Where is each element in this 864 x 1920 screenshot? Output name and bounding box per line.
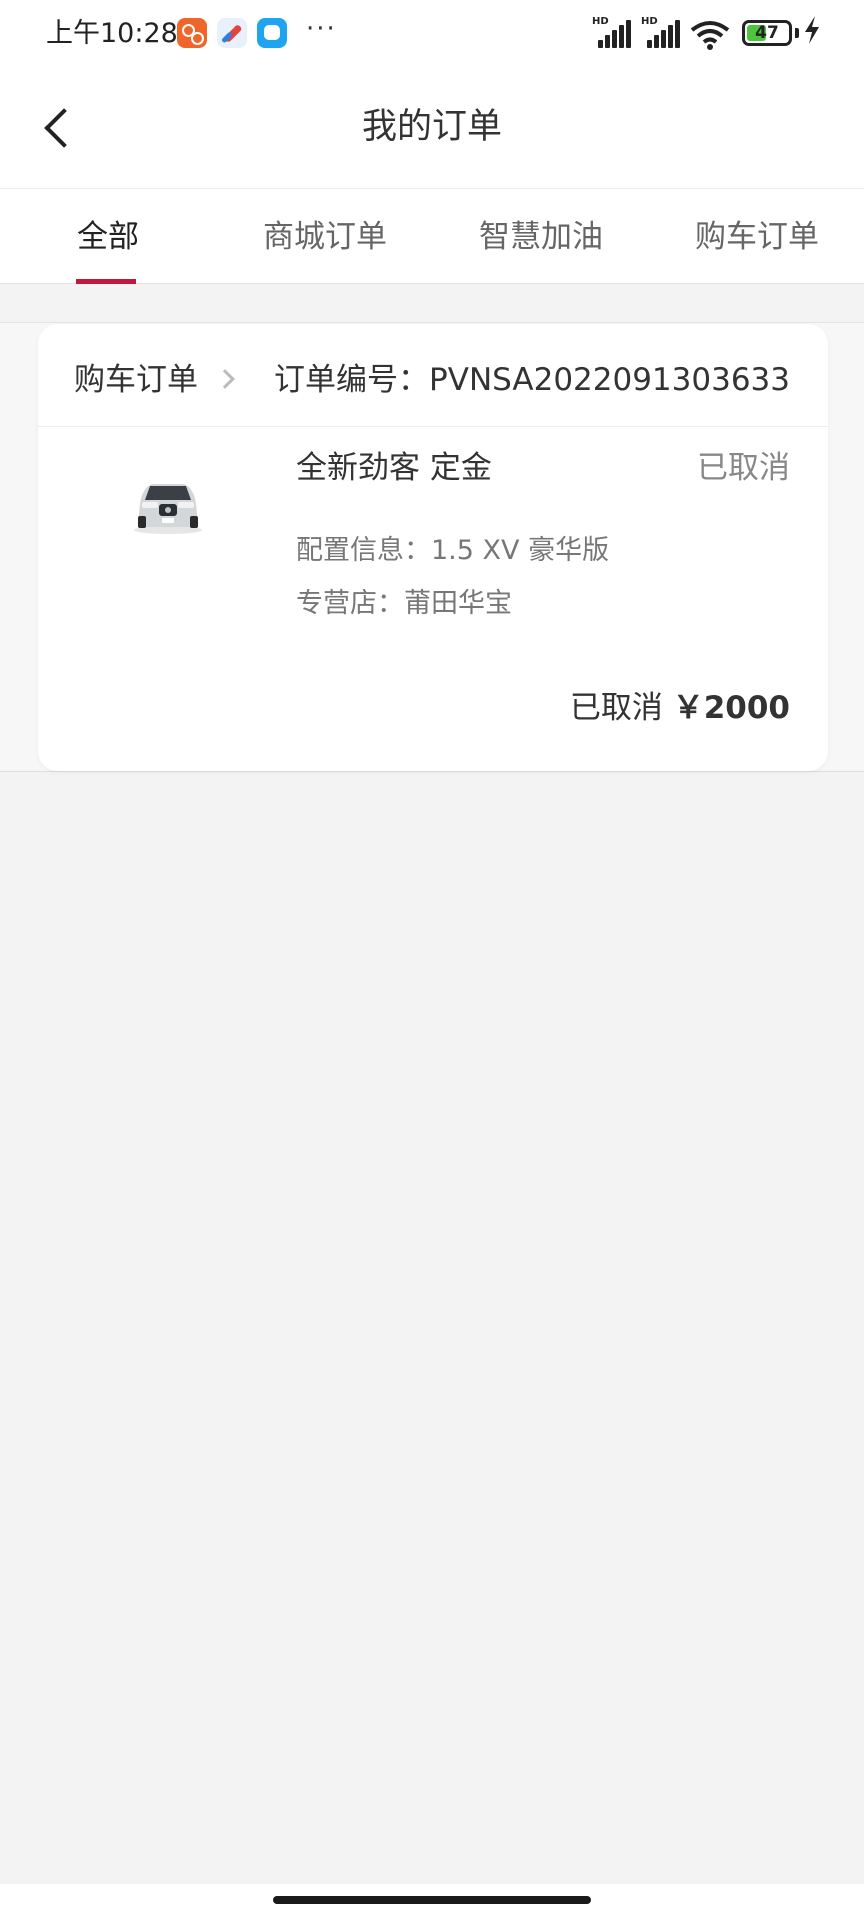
home-indicator[interactable]: [273, 1896, 591, 1904]
page-title: 我的订单: [361, 107, 502, 147]
order-card[interactable]: 购车订单 订单编号：PVNSA2022091303633 全新劲客 定金 已取消…: [38, 324, 828, 771]
tab-mall-orders[interactable]: 商城订单: [250, 189, 400, 284]
car-thumbnail-image: [128, 464, 208, 544]
active-tab-indicator: [76, 279, 136, 284]
more-notifications-icon: ···: [306, 14, 337, 44]
network-type-label: HD: [592, 16, 609, 27]
status-time: 上午10:28: [46, 18, 178, 49]
order-type-link[interactable]: 购车订单: [74, 358, 198, 402]
order-number: 订单编号：PVNSA2022091303633: [274, 362, 790, 398]
order-total: 已取消 ￥2000: [570, 686, 790, 730]
order-status: 已取消: [697, 450, 790, 486]
tab-smart-fuel[interactable]: 智慧加油: [466, 189, 616, 284]
tab-car-orders[interactable]: 购车订单: [682, 189, 832, 284]
signal-icon: HD: [592, 16, 632, 48]
app-chat-icon: [257, 18, 287, 48]
battery-icon: 47: [742, 20, 792, 46]
tab-all[interactable]: 全部: [58, 189, 158, 284]
app-header: 我的订单: [0, 68, 864, 188]
product-name: 全新劲客 定金: [296, 450, 492, 486]
wifi-icon: [690, 20, 730, 50]
charging-icon: [803, 16, 821, 50]
status-bar: 上午10:28 ··· HD HD 47: [0, 0, 864, 68]
total-status: 已取消: [569, 690, 663, 726]
battery-cap: [795, 28, 799, 38]
chevron-right-icon: [215, 369, 235, 389]
order-tabs: 全部 商城订单 智慧加油 购车订单: [0, 188, 864, 284]
battery-level-text: 47: [755, 23, 779, 43]
app-compass-icon: [217, 18, 247, 48]
app-red-icon: [177, 18, 207, 48]
divider: [38, 426, 828, 427]
total-amount: ￥2000: [672, 690, 790, 726]
config-info: 配置信息：1.5 XV 豪华版: [296, 535, 610, 566]
signal-icon: HD: [641, 16, 681, 48]
dealer-info: 专营店：莆田华宝: [296, 588, 512, 619]
network-type-label: HD: [641, 16, 658, 27]
